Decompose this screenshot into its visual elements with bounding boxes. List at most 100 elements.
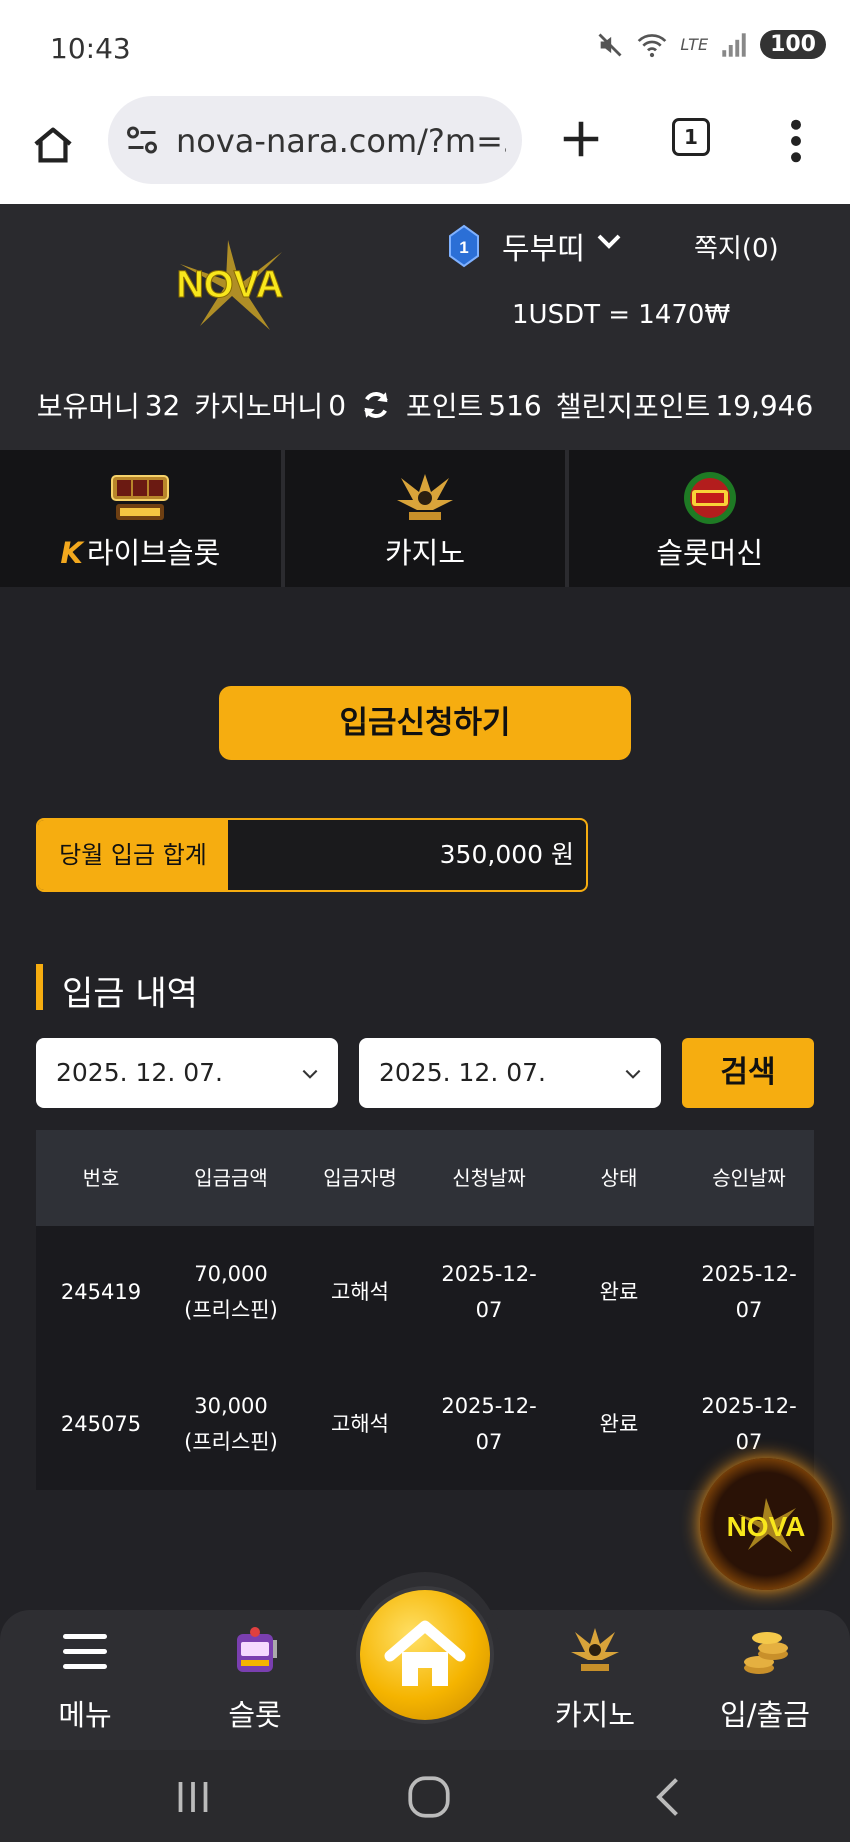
th-request-date: 신청날짜: [452, 1166, 526, 1190]
address-bar[interactable]: nova-nara.com/?m=5: [108, 96, 522, 184]
deposit-apply-button[interactable]: 입금신청하기: [219, 686, 631, 760]
month-total-box: 당월 입금 합계 350,000 원: [36, 818, 588, 892]
point-label: 포인트: [406, 390, 484, 423]
url-text[interactable]: nova-nara.com/?m=5: [176, 122, 506, 162]
home-button[interactable]: [360, 1590, 490, 1720]
table-row: 245419 70,000(프리스핀) 고해석 2025-12-07 완료 20…: [36, 1226, 814, 1358]
section-title-accent: [36, 964, 43, 1010]
date-to-value: 2025. 12. 07.: [379, 1058, 546, 1087]
challenge-point-label: 챌린지포인트: [555, 390, 711, 423]
site-settings-icon[interactable]: [124, 122, 160, 158]
refresh-icon[interactable]: [359, 388, 393, 422]
balance-row: 보유머니 32 카지노머니 0 포인트 516 챌린지포인트 19,946: [0, 372, 850, 438]
th-depositor: 입금자명: [323, 1166, 397, 1190]
status-bar: 10:43 LTE 100: [0, 0, 850, 96]
hamburger-icon: [63, 1634, 107, 1669]
th-approve-date: 승인날짜: [712, 1166, 786, 1190]
cell-number: 245419: [60, 1280, 142, 1304]
back-icon[interactable]: [644, 1772, 694, 1822]
android-home-icon[interactable]: [404, 1772, 454, 1822]
th-amount: 입금금액: [194, 1166, 268, 1190]
point-value: 516: [488, 388, 542, 422]
month-total-value: 350,000 원: [439, 840, 574, 869]
android-nav-bar: [0, 1750, 850, 1842]
deposit-history-table: 번호 입금금액 입금자명 신청날짜 상태 승인날짜 245419 70,000(…: [36, 1130, 814, 1490]
status-time: 10:43: [50, 32, 131, 65]
messages-link[interactable]: 쪽지(0): [694, 228, 779, 265]
nav-menu[interactable]: 메뉴: [20, 1624, 150, 1734]
overflow-menu-icon[interactable]: [784, 118, 808, 164]
cell-depositor: 고해석: [331, 1412, 389, 1436]
svg-text:NOVA: NOVA: [727, 1511, 806, 1542]
nav-menu-label: 메뉴: [58, 1698, 112, 1732]
nova-logo-icon: NOVA: [727, 1498, 806, 1552]
cell-amount: 30,000(프리스핀): [184, 1394, 278, 1454]
chevron-down-icon: [302, 1069, 318, 1079]
chevron-down-icon[interactable]: [594, 226, 624, 256]
tab-casino-label: 카지노: [384, 536, 466, 570]
table-header: 번호 입금금액 입금자명 신청날짜 상태 승인날짜: [36, 1130, 814, 1226]
nav-deposit-withdraw[interactable]: 입/출금: [700, 1624, 830, 1734]
date-from-value: 2025. 12. 07.: [56, 1058, 223, 1087]
status-icons: LTE 100: [596, 30, 826, 59]
search-button[interactable]: 검색: [682, 1038, 814, 1108]
holding-money-value: 32: [144, 388, 181, 422]
nav-slot[interactable]: 슬롯: [190, 1624, 320, 1734]
k-slot-casino-icon: [397, 474, 453, 520]
wifi-icon: [638, 33, 667, 57]
category-tabs: K 라이브슬롯 카지노 슬롯머신: [0, 450, 850, 587]
mute-icon: [598, 33, 622, 56]
floating-nova-button[interactable]: NOVA: [700, 1458, 832, 1590]
recent-apps-icon[interactable]: [168, 1772, 218, 1822]
table-row: 245075 30,000(프리스핀) 고해석 2025-12-07 완료 20…: [36, 1358, 814, 1490]
signal-icon: [722, 32, 746, 57]
slot-machine-icon: [237, 1627, 277, 1672]
nav-deposit-withdraw-label: 입/출금: [720, 1698, 810, 1732]
browser-toolbar: nova-nara.com/?m=5 1: [0, 96, 850, 204]
month-total-label: 당월 입금 합계: [38, 820, 228, 890]
tab-live-slot[interactable]: K 라이브슬롯: [0, 450, 285, 587]
site-header: NOVA 1 두부띠 쪽지(0) 1USDT = 1470₩ 보유머니 32 카…: [0, 204, 850, 450]
cell-depositor: 고해석: [331, 1280, 389, 1304]
holding-money-label: 보유머니: [36, 390, 140, 423]
date-from-select[interactable]: 2025. 12. 07.: [36, 1038, 338, 1108]
cell-amount: 70,000(프리스핀): [184, 1262, 278, 1322]
home-icon: [384, 1620, 466, 1686]
username[interactable]: 두부띠: [502, 224, 585, 268]
cell-status: 완료: [599, 1280, 639, 1304]
challenge-point-value: 19,946: [715, 388, 814, 422]
svg-text:1: 1: [459, 238, 468, 257]
tab-switcher-button[interactable]: 1: [672, 118, 710, 156]
nav-casino[interactable]: 카지노: [530, 1624, 660, 1734]
cell-request-date: 2025-12-07: [441, 1262, 537, 1322]
th-status: 상태: [600, 1166, 638, 1190]
live-slot-icon: [111, 475, 170, 520]
th-number: 번호: [82, 1166, 120, 1190]
tab-slot-machine-label: 슬롯머신: [656, 536, 764, 570]
cell-request-date: 2025-12-07: [441, 1394, 537, 1454]
casino-money-label: 카지노머니: [194, 390, 324, 423]
coins-icon: [744, 1632, 788, 1674]
k-slot-casino-icon: [571, 1628, 619, 1671]
browser-home-icon[interactable]: [30, 122, 76, 168]
network-type: LTE: [680, 35, 709, 54]
logo-text: NOVA: [177, 264, 284, 306]
history-title: 입금 내역: [62, 974, 198, 1014]
chevron-down-icon: [625, 1069, 641, 1079]
exchange-rate: 1USDT = 1470₩: [512, 300, 731, 330]
tab-live-slot-label: K 라이브슬롯: [60, 536, 221, 570]
tab-slot-machine[interactable]: 슬롯머신: [569, 450, 850, 587]
cell-number: 245075: [60, 1412, 142, 1436]
nova-logo[interactable]: NOVA: [140, 234, 320, 334]
cell-status: 완료: [599, 1412, 639, 1436]
cell-approve-date: 2025-12-07: [701, 1262, 797, 1322]
date-to-select[interactable]: 2025. 12. 07.: [359, 1038, 661, 1108]
casino-money-value: 0: [328, 388, 347, 422]
nav-slot-label: 슬롯: [228, 1698, 282, 1732]
nav-casino-label: 카지노: [554, 1698, 636, 1732]
k-brand-mark: K: [60, 536, 83, 570]
level-badge-icon: 1: [449, 224, 479, 268]
tab-casino[interactable]: 카지노: [284, 450, 570, 587]
battery-indicator: 100: [760, 30, 826, 59]
new-tab-icon[interactable]: [558, 116, 604, 162]
